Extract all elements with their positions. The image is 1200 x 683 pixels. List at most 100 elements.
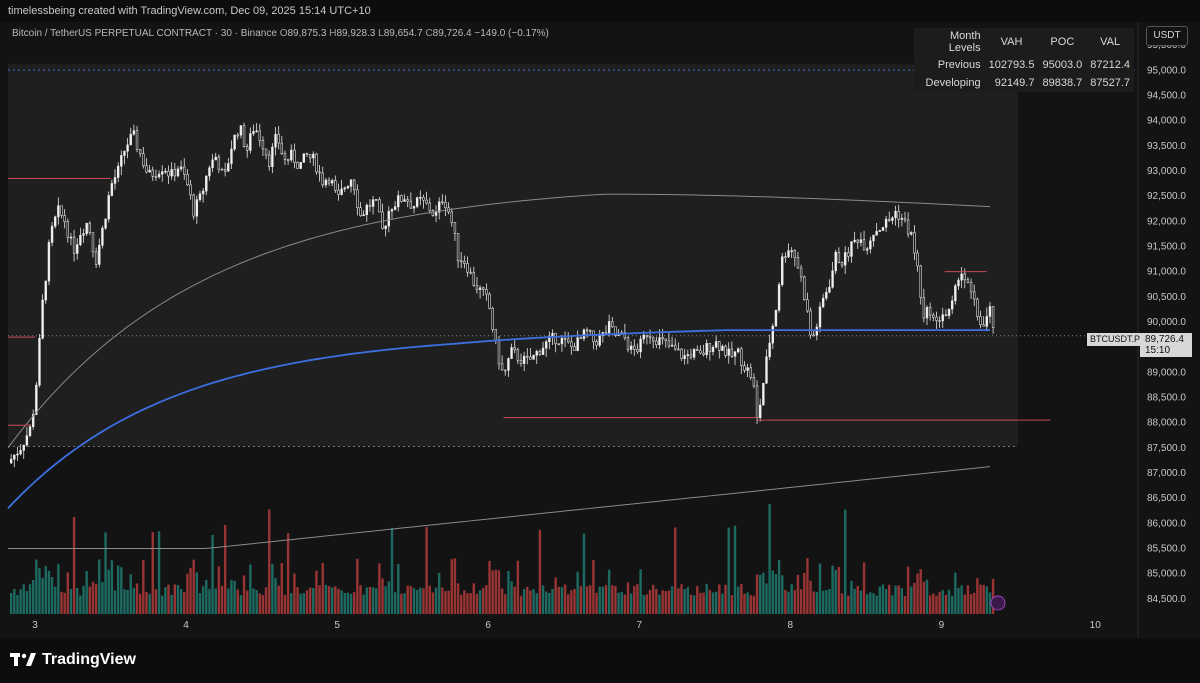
volume-bar: [793, 590, 797, 614]
candle-body: [466, 263, 469, 273]
volume-bar: [491, 570, 494, 614]
volume-bar: [217, 566, 221, 614]
volume-bar: [264, 587, 268, 614]
volume-bar: [504, 594, 507, 614]
candle-body: [368, 204, 372, 207]
volume-bar: [126, 589, 129, 614]
candle-body: [66, 221, 69, 238]
levels-row-previous: Previous 102793.5 95003.0 87212.4: [914, 56, 1134, 74]
volume-bar: [35, 559, 38, 614]
candle-body: [186, 173, 189, 186]
volume-bar: [513, 586, 516, 614]
volume-bar: [312, 588, 315, 614]
candle-body: [249, 133, 252, 151]
y-tick-label: 92,000.0: [1147, 216, 1186, 227]
volume-bar: [485, 585, 488, 614]
volume-bar: [529, 590, 532, 614]
volume-bar: [752, 595, 756, 614]
candle-body: [412, 206, 416, 209]
volume-bar: [406, 585, 409, 614]
candle-body: [727, 348, 730, 356]
candle-body: [22, 444, 25, 451]
volume-bar: [148, 594, 151, 614]
chart-frame[interactable]: 84,500.0 85,000.0 85,500.0 86,000.0 86,500.0…: [0, 22, 1200, 638]
candle-body: [689, 354, 693, 358]
volume-bar: [54, 586, 57, 614]
volume-bar: [611, 585, 614, 614]
candle-body: [604, 332, 608, 334]
volume-bar: [507, 571, 510, 614]
volume-bar: [305, 590, 309, 614]
volume-bar: [950, 595, 954, 614]
candle-body: [453, 222, 457, 234]
volume-bar: [825, 590, 828, 614]
candle-body: [648, 336, 652, 339]
candle-body: [774, 309, 778, 327]
candle-body: [129, 133, 132, 146]
candle-body: [277, 133, 280, 144]
volume-bar: [664, 591, 667, 614]
volume-bar: [488, 560, 491, 614]
candle-body: [161, 171, 164, 175]
candle-body: [988, 306, 992, 317]
volume-bar: [211, 534, 214, 614]
candle-body: [478, 287, 482, 290]
volume-bar: [947, 589, 951, 614]
volume-bar: [460, 594, 463, 614]
candle-body: [494, 329, 498, 341]
candle-body: [954, 285, 957, 302]
volume-bar: [957, 587, 960, 614]
candle-body: [869, 240, 872, 250]
volume-bar: [290, 593, 293, 614]
volume-bar: [535, 593, 538, 614]
candle-body: [123, 150, 126, 156]
candle-body: [592, 330, 595, 342]
candle-body: [41, 299, 44, 339]
candle-body: [541, 347, 545, 355]
candle-body: [63, 215, 66, 222]
candle-body: [759, 404, 762, 419]
candle-body: [960, 273, 963, 281]
volume-bar: [718, 584, 721, 614]
candle-body: [293, 149, 296, 163]
currency-button[interactable]: USDT: [1146, 26, 1188, 46]
volume-bar: [642, 595, 645, 614]
candle-body: [330, 180, 334, 184]
volume-bar: [25, 590, 29, 614]
candle-body: [881, 227, 885, 231]
levels-header-val: VAL: [1100, 36, 1121, 48]
candle-body: [633, 345, 636, 350]
volume-bar: [16, 595, 19, 614]
candle-body: [101, 227, 104, 246]
volume-bar: [437, 572, 441, 614]
candle-body: [806, 299, 809, 312]
volume-bar: [321, 562, 324, 614]
candle-body: [803, 276, 806, 300]
candle-body: [611, 321, 614, 328]
candle-body: [743, 365, 746, 371]
candle-body: [154, 176, 158, 178]
volume-bar: [308, 587, 312, 614]
volume-bar: [522, 589, 526, 614]
tradingview-logo[interactable]: TradingView: [10, 651, 136, 669]
x-tick-label: 6: [485, 620, 491, 631]
lower-band-line: [8, 466, 991, 550]
candle-body: [164, 170, 167, 173]
volume-bar: [456, 583, 460, 614]
candle-body: [567, 338, 570, 343]
volume-bar: [261, 595, 265, 614]
volume-bar: [960, 585, 963, 614]
volume-bar: [422, 588, 425, 614]
volume-bar: [356, 558, 359, 614]
candle-body: [850, 241, 853, 257]
volume-bar: [585, 586, 589, 614]
candle-body: [104, 218, 107, 229]
volume-bar: [463, 590, 466, 614]
candle-body: [513, 347, 516, 351]
volume-bar: [271, 563, 274, 614]
volume-bar: [82, 585, 85, 614]
levels-header-row: Month Levels VAH POC VAL: [914, 28, 1134, 56]
price-chart[interactable]: 84,500.0 85,000.0 85,500.0 86,000.0 86,500.0…: [0, 22, 1200, 638]
candle-body: [699, 350, 702, 354]
volume-bar: [963, 594, 966, 614]
